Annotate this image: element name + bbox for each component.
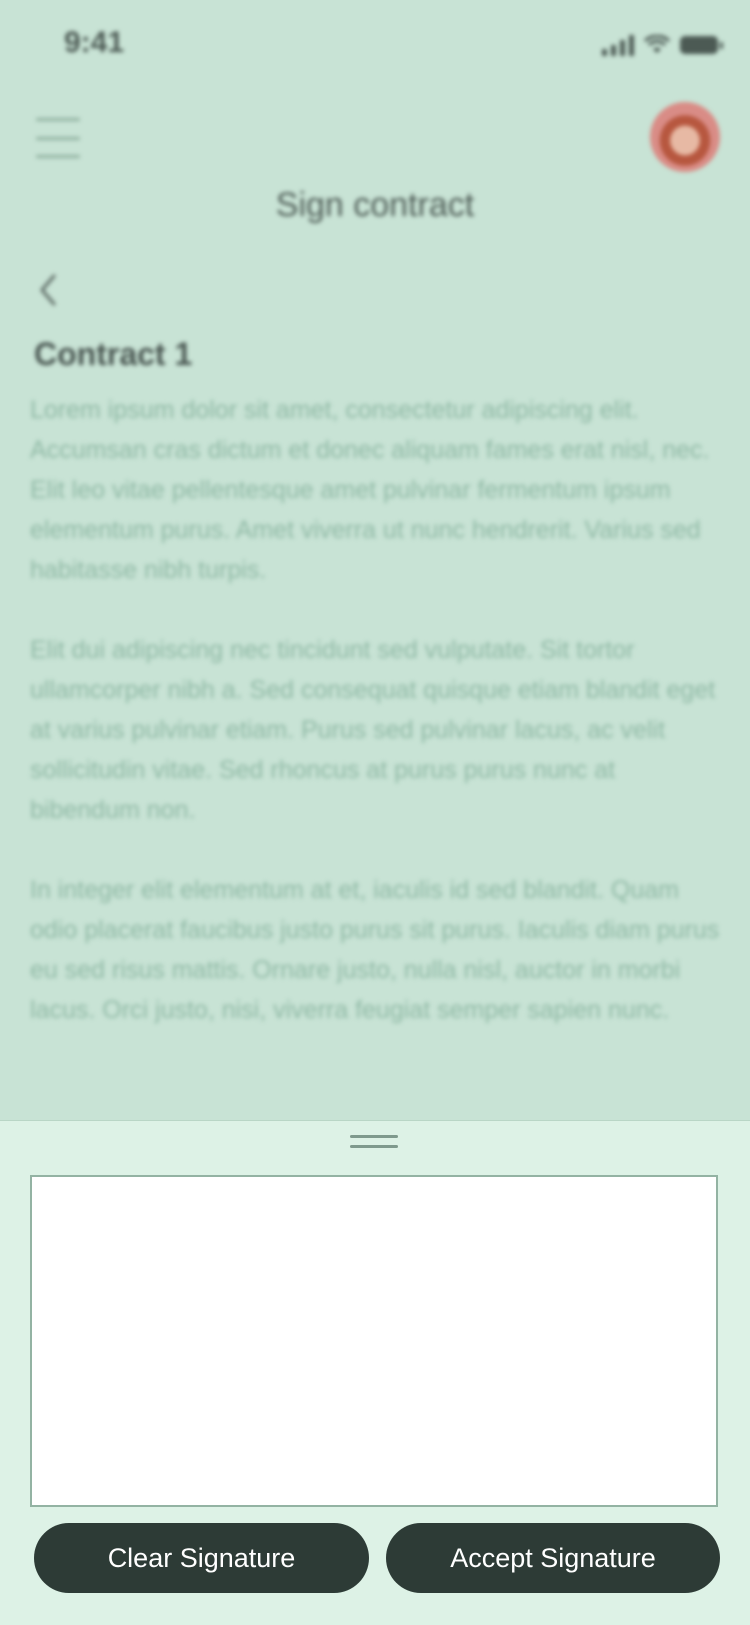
signature-pad[interactable]	[30, 1175, 718, 1507]
clear-signature-button[interactable]: Clear Signature	[34, 1523, 369, 1593]
page-title: Sign contract	[275, 186, 475, 224]
contract-paragraph: Lorem ipsum dolor sit amet, consectetur …	[30, 396, 710, 584]
contract-paragraph: Elit dui adipiscing nec tincidunt sed vu…	[30, 636, 716, 824]
contract-title: Contract 1	[34, 336, 193, 372]
background-screen: 9:41 Sign contract Contract 1 Lorem ipsu…	[0, 0, 750, 1120]
wifi-icon	[644, 35, 670, 53]
status-time: 9:41	[64, 26, 125, 59]
cellular-signal-icon	[602, 34, 634, 56]
hamburger-icon[interactable]	[36, 118, 80, 158]
contract-body: Lorem ipsum dolor sit amet, consectetur …	[30, 390, 720, 1070]
battery-icon	[680, 36, 723, 54]
chevron-left-icon[interactable]	[36, 270, 60, 310]
status-icons	[602, 34, 723, 56]
contract-paragraph: In integer elit elementum at et, iaculis…	[30, 876, 720, 1024]
signature-sheet: Clear Signature Accept Signature	[0, 1120, 750, 1625]
drag-handle[interactable]	[350, 1135, 398, 1149]
accept-signature-button[interactable]: Accept Signature	[386, 1523, 720, 1593]
user-avatar[interactable]	[650, 102, 720, 172]
